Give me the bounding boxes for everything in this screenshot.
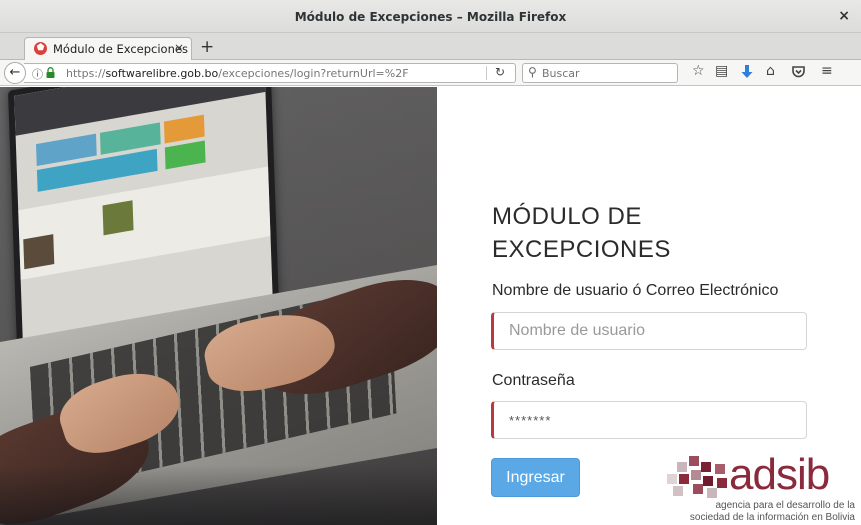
logo-tagline-1: agencia para el desarrollo de la — [715, 500, 855, 511]
laptop-thumbnail — [102, 200, 134, 236]
laptop-tile — [164, 140, 206, 170]
tab-label: Módulo de Excepciones — [53, 42, 188, 56]
reload-icon[interactable]: ↻ — [495, 65, 505, 79]
photo-shade — [0, 465, 437, 525]
page-content: MÓDULO DE EXCEPCIONES Nombre de usuario … — [0, 87, 861, 525]
logo-wordmark: adsib — [729, 450, 830, 499]
url-separator — [486, 66, 487, 80]
laptop-thumbnail — [23, 234, 55, 270]
home-icon[interactable]: ⌂ — [766, 63, 775, 79]
navigation-toolbar: ⓘ https://softwarelibre.gob.bo/excepcion… — [0, 60, 861, 86]
reading-list-icon[interactable]: ▤ — [715, 63, 728, 79]
page-title-line-2: EXCEPCIONES — [492, 236, 671, 263]
search-bar[interactable]: ⚲ — [522, 63, 678, 83]
tab-strip: ⬟ Módulo de Excepciones × + — [0, 33, 861, 61]
menu-icon[interactable]: ≡ — [821, 63, 833, 79]
back-icon[interactable]: ← — [4, 62, 26, 84]
search-icon: ⚲ — [528, 65, 537, 79]
page-title-line-1: MÓDULO DE — [492, 203, 642, 230]
search-input[interactable] — [542, 66, 672, 80]
window-title: Módulo de Excepciones – Mozilla Firefox — [294, 10, 567, 24]
info-icon[interactable]: ⓘ — [32, 66, 43, 82]
username-label: Nombre de usuario ó Correo Electrónico — [492, 282, 779, 299]
window-close-button[interactable]: × — [838, 8, 850, 24]
lock-icon — [46, 67, 55, 78]
url-bar[interactable]: ⓘ https://softwarelibre.gob.bo/excepcion… — [24, 63, 516, 83]
login-button[interactable]: Ingresar — [491, 458, 580, 497]
password-label: Contraseña — [492, 372, 575, 389]
tab-close-button[interactable]: × — [174, 41, 184, 55]
url-path: /excepciones/login?returnUrl=%2F — [218, 67, 409, 80]
favicon-icon: ⬟ — [34, 42, 47, 55]
download-icon[interactable] — [741, 65, 753, 79]
hero-photo — [0, 87, 437, 525]
password-input[interactable] — [491, 401, 807, 439]
url-scheme: https:// — [66, 67, 106, 80]
new-tab-button[interactable]: + — [200, 37, 214, 57]
page-title: MÓDULO DE EXCEPCIONES — [492, 200, 671, 266]
login-panel: MÓDULO DE EXCEPCIONES Nombre de usuario … — [437, 87, 861, 525]
url-text[interactable]: https://softwarelibre.gob.bo/excepciones… — [66, 67, 409, 80]
logo-tagline-2: sociedad de la información en Bolivia — [689, 512, 855, 523]
tab-modulo-excepciones[interactable]: ⬟ Módulo de Excepciones × — [24, 37, 192, 61]
adsib-logo: adsib agencia para el desarrollo de la s… — [659, 450, 859, 525]
laptop-tile — [163, 114, 205, 144]
bookmark-star-icon[interactable]: ☆ — [692, 63, 705, 79]
url-host: softwarelibre.gob.bo — [105, 67, 219, 80]
pocket-icon[interactable] — [792, 66, 805, 78]
username-input[interactable] — [491, 312, 807, 350]
window-titlebar: Módulo de Excepciones – Mozilla Firefox … — [0, 0, 861, 33]
